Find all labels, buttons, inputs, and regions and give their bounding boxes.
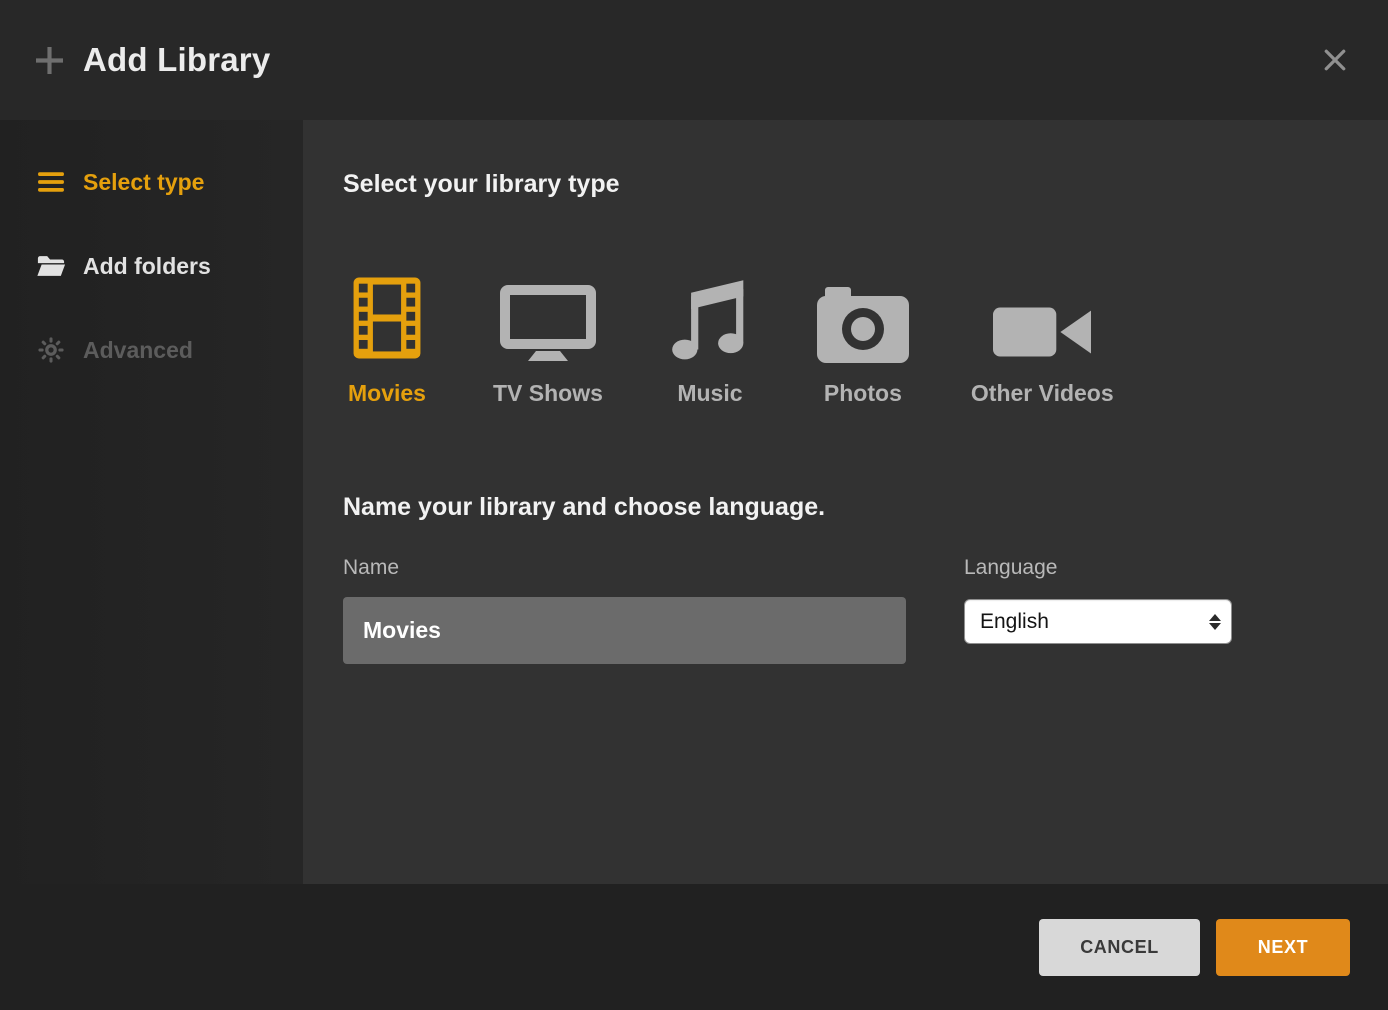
name-field-label: Name [343, 556, 906, 580]
music-note-icon [665, 273, 755, 363]
steps-sidebar: Select type Add folders [0, 120, 303, 884]
dialog-title: Add Library [83, 41, 270, 79]
camera-icon [817, 273, 909, 363]
type-item-tv-shows[interactable]: TV Shows [493, 273, 603, 407]
language-selected-value: English [980, 610, 1049, 634]
type-label: TV Shows [493, 380, 603, 407]
library-type-row: Movies TV Shows [343, 273, 1348, 407]
list-lines-icon [36, 171, 66, 193]
type-item-photos[interactable]: Photos [817, 273, 909, 407]
folder-icon [36, 254, 66, 278]
type-section-title: Select your library type [343, 170, 1348, 199]
add-library-dialog: Add Library Select type [0, 0, 1388, 1010]
dialog-body: Select type Add folders [0, 120, 1388, 884]
language-field-label: Language [964, 556, 1232, 580]
type-label: Other Videos [971, 380, 1114, 407]
type-label: Photos [824, 380, 902, 407]
sidebar-item-advanced[interactable]: Advanced [0, 308, 303, 392]
name-section-title: Name your library and choose language. [343, 493, 1348, 522]
sidebar-item-label: Select type [83, 169, 204, 196]
dialog-header: Add Library [0, 0, 1388, 120]
language-select[interactable]: English [964, 599, 1232, 644]
sidebar-item-label: Add folders [83, 253, 211, 280]
plus-icon [36, 47, 63, 74]
main-panel: Select your library type [303, 120, 1388, 884]
sidebar-item-add-folders[interactable]: Add folders [0, 224, 303, 308]
gear-icon [36, 337, 66, 363]
sidebar-item-select-type[interactable]: Select type [0, 140, 303, 224]
type-label: Movies [348, 380, 426, 407]
type-item-music[interactable]: Music [665, 273, 755, 407]
library-name-input[interactable] [343, 597, 906, 664]
dialog-footer: CANCEL NEXT [0, 884, 1388, 1010]
sidebar-item-label: Advanced [83, 337, 193, 364]
close-icon[interactable] [1320, 45, 1350, 75]
video-camera-icon [993, 273, 1091, 363]
film-strip-icon [343, 273, 431, 363]
name-language-row: Name Language English [343, 556, 1348, 664]
language-field-group: Language English [964, 556, 1232, 664]
tv-icon [499, 273, 597, 363]
next-button[interactable]: NEXT [1216, 919, 1350, 976]
name-field-group: Name [343, 556, 906, 664]
type-item-other-videos[interactable]: Other Videos [971, 273, 1114, 407]
select-spinner-icon [1209, 614, 1221, 630]
cancel-button[interactable]: CANCEL [1039, 919, 1200, 976]
type-label: Music [677, 380, 742, 407]
type-item-movies[interactable]: Movies [343, 273, 431, 407]
